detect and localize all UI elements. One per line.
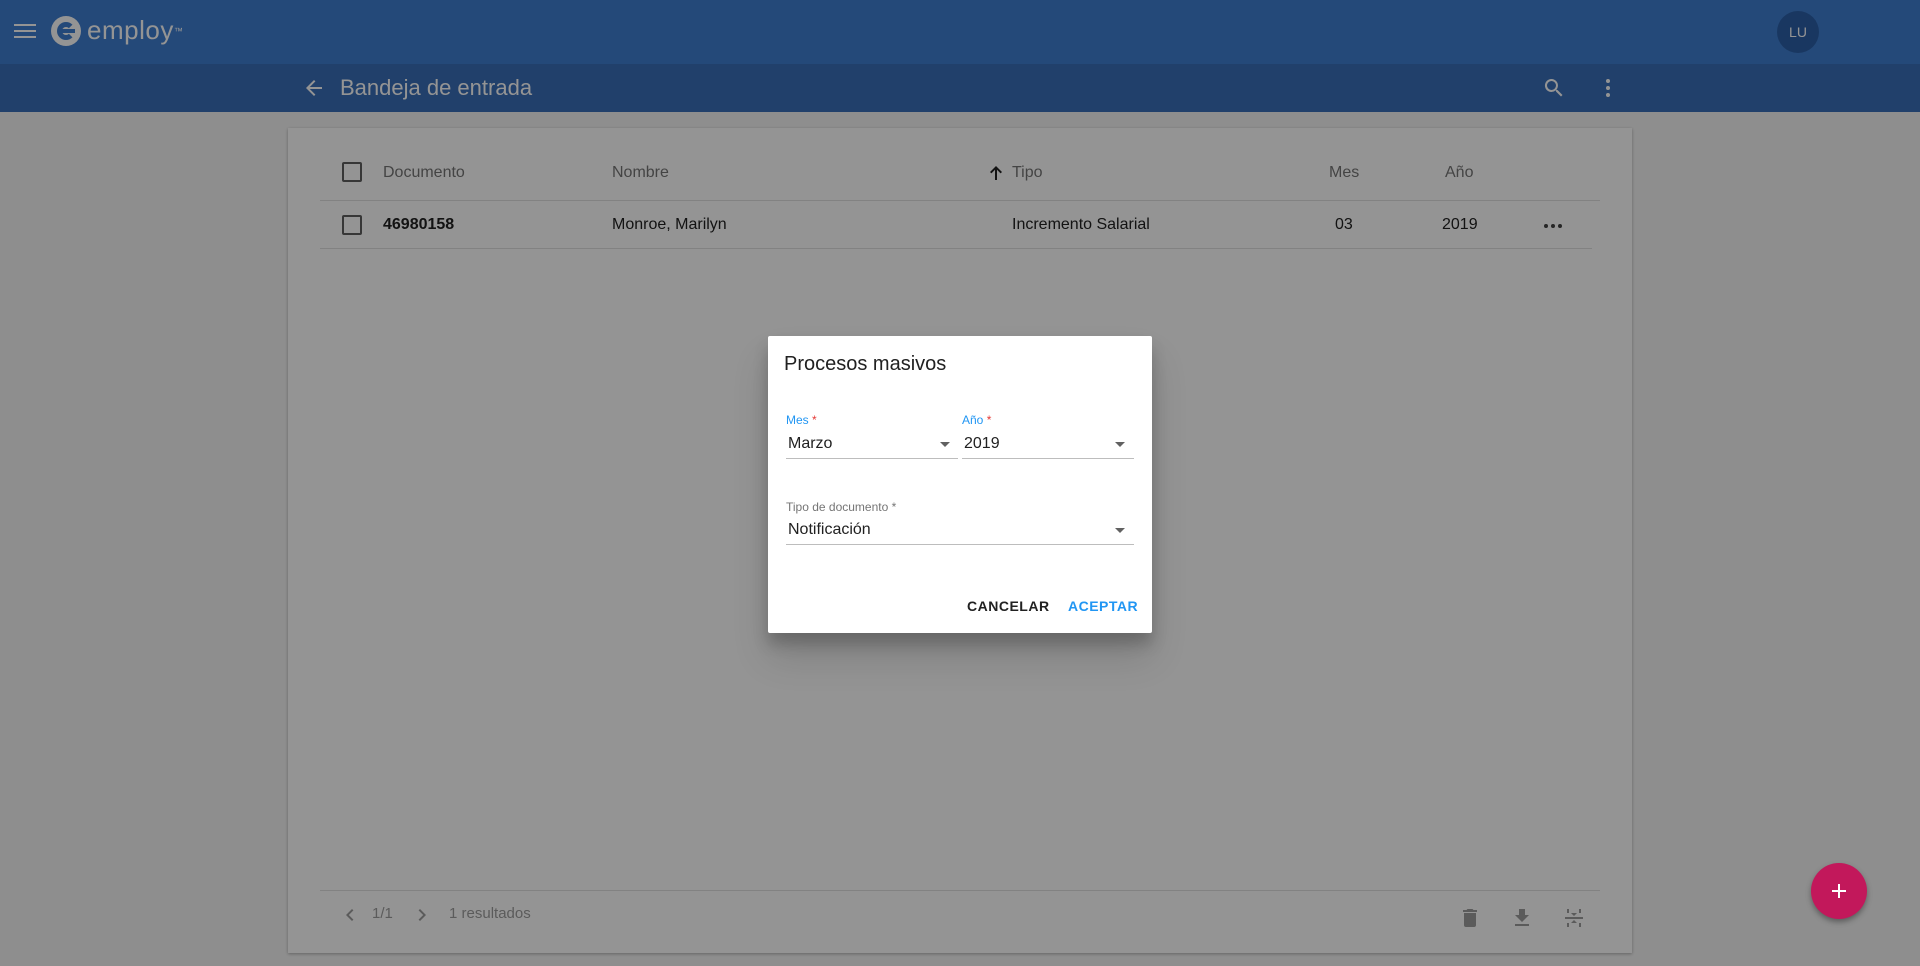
tipo-documento-underline bbox=[786, 544, 1134, 545]
mes-underline bbox=[786, 458, 958, 459]
add-icon bbox=[1832, 884, 1846, 898]
anio-label: Año * bbox=[962, 413, 992, 427]
tipo-documento-label: Tipo de documento * bbox=[786, 500, 897, 514]
add-button[interactable] bbox=[1811, 863, 1867, 919]
anio-underline bbox=[962, 458, 1134, 459]
dialog-title: Procesos masivos bbox=[784, 353, 947, 375]
bulk-process-dialog: Procesos masivos Mes * Marzo Año * 2019 … bbox=[768, 336, 1152, 633]
cancel-button[interactable]: CANCELAR bbox=[967, 598, 1050, 614]
accept-button[interactable]: ACEPTAR bbox=[1068, 598, 1138, 614]
mes-label: Mes * bbox=[786, 413, 817, 427]
mes-select[interactable] bbox=[786, 428, 958, 458]
tipo-documento-select[interactable] bbox=[786, 514, 1134, 544]
anio-select[interactable] bbox=[962, 428, 1134, 458]
